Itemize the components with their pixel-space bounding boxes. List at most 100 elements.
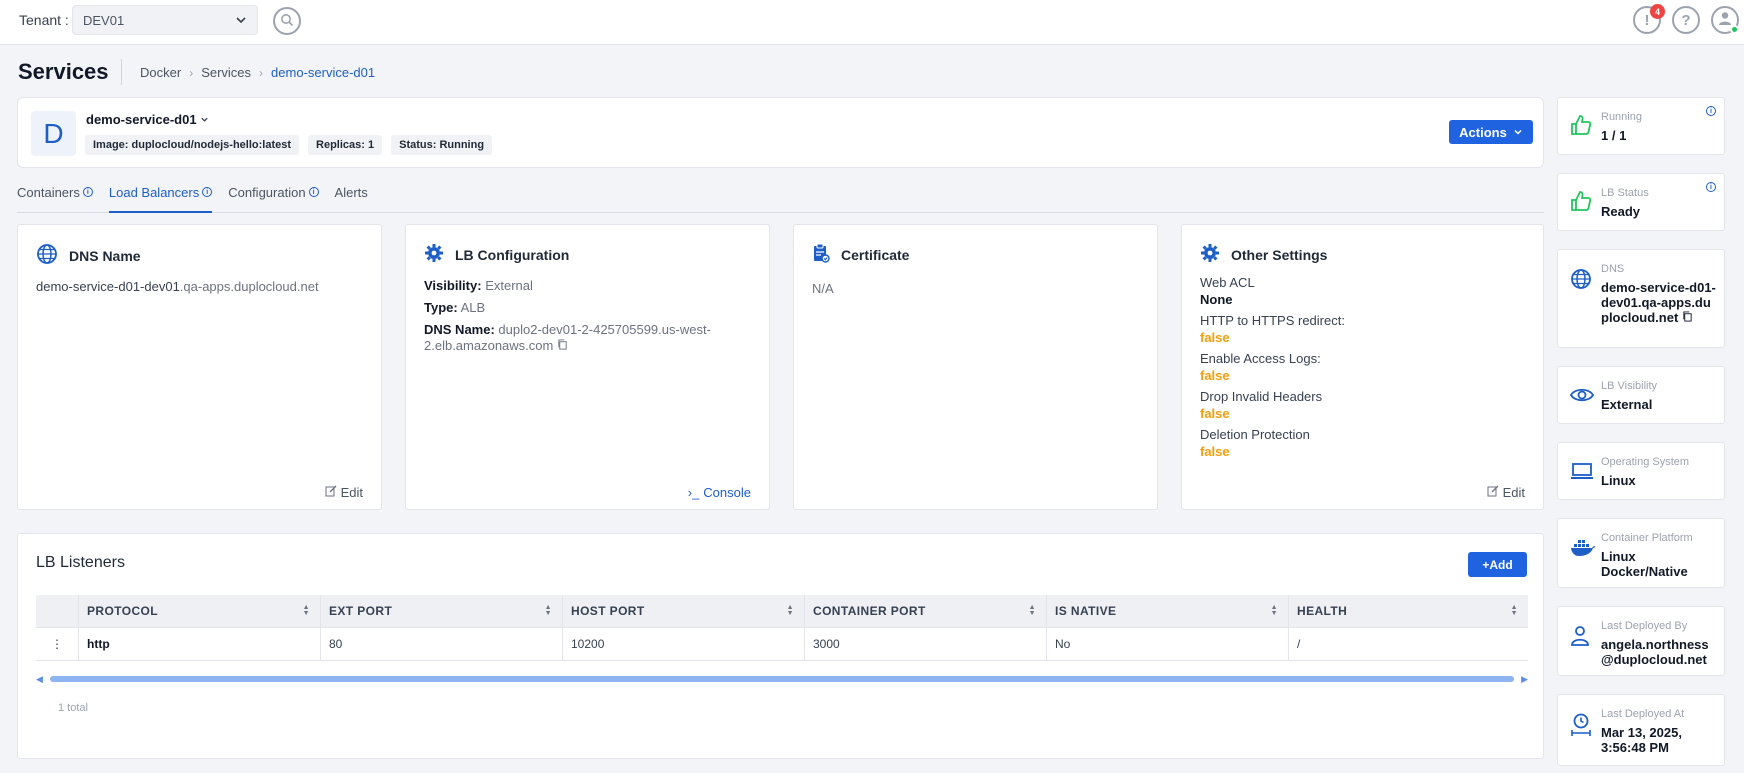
tenant-select[interactable]: DEV01	[72, 5, 258, 35]
lb-dns-label: DNS Name:	[424, 322, 495, 337]
console-link[interactable]: ›_ Console	[688, 485, 751, 500]
column-header-is-native[interactable]: IS NATIVE ▲ ▼	[1047, 595, 1289, 627]
stat-label: Last Deployed By	[1601, 620, 1688, 632]
certificate-title: Certificate	[812, 243, 909, 266]
certificate-icon	[812, 243, 830, 266]
globe-icon	[1570, 268, 1592, 293]
sort-icon[interactable]: ▲ ▼	[787, 604, 794, 617]
stat-value: demo-service-d01-dev01.qa-apps.duploclou…	[1601, 280, 1716, 325]
column-header-ext-port[interactable]: EXT PORT ▲ ▼	[321, 595, 563, 627]
tabs: Containers i Load Balancers i Configuratio…	[17, 183, 1544, 213]
https-redirect-label: HTTP to HTTPS redirect:	[1200, 313, 1345, 328]
listeners-table: PROTOCOL ▲ ▼ EXT PORT ▲ ▼ HOST PORT ▲ ▼ CONTAI…	[36, 595, 1528, 661]
column-header-container-port[interactable]: CONTAINER PORT ▲ ▼	[805, 595, 1047, 627]
copy-icon[interactable]	[557, 338, 568, 353]
other-settings-body: Web ACL None HTTP to HTTPS redirect: fal…	[1200, 275, 1525, 465]
chevron-down-icon	[1513, 125, 1523, 140]
service-name-dropdown[interactable]: demo-service-d01	[86, 112, 209, 127]
tab-alerts[interactable]: Alerts	[335, 183, 368, 213]
service-header-card: D demo-service-d01 Image: duplocloud/nod…	[17, 97, 1544, 168]
breadcrumb-services[interactable]: Services	[201, 65, 251, 80]
sort-icon[interactable]: ▲ ▼	[545, 604, 552, 617]
thumbs-up-icon	[1570, 190, 1592, 215]
info-icon[interactable]: i	[1706, 182, 1716, 192]
stat-label: Last Deployed At	[1601, 708, 1685, 720]
other-settings-edit-button[interactable]: Edit	[1487, 485, 1525, 500]
dns-name-card: DNS Name demo-service-d01-dev01.qa-apps.…	[17, 224, 382, 510]
notifications-button[interactable]: ! 4	[1633, 4, 1665, 34]
laptop-icon	[1570, 461, 1594, 484]
dns-card-title: DNS Name	[36, 243, 141, 268]
copy-icon[interactable]	[1682, 310, 1693, 325]
service-name: demo-service-d01	[86, 112, 197, 127]
stat-lb-status: LB Status Ready i	[1557, 173, 1725, 231]
actions-label: Actions	[1459, 124, 1507, 140]
certificate-value: N/A	[812, 281, 834, 296]
column-header-protocol[interactable]: PROTOCOL ▲ ▼	[79, 595, 321, 627]
horizontal-scrollbar[interactable]: ◀ ▶	[36, 674, 1528, 684]
stat-label: Operating System	[1601, 456, 1690, 468]
help-button[interactable]: ?	[1672, 6, 1700, 34]
cell-container-port: 3000	[805, 628, 1047, 660]
alert-icon: !	[1644, 11, 1650, 29]
tab-label: Containers	[17, 185, 80, 200]
scroll-thumb[interactable]	[50, 676, 1514, 682]
chevron-down-icon	[235, 14, 247, 29]
console-label: Console	[703, 485, 751, 500]
search-button[interactable]	[273, 7, 301, 35]
tab-containers[interactable]: Containers i	[17, 183, 93, 213]
lb-config-title-text: LB Configuration	[455, 246, 570, 263]
tab-label: Configuration	[228, 185, 306, 200]
user-menu-button[interactable]	[1711, 6, 1739, 34]
column-header-health[interactable]: HEALTH ▲ ▼	[1289, 595, 1528, 627]
scroll-left-icon[interactable]: ◀	[36, 674, 43, 685]
image-chip: Image: duplocloud/nodejs-hello:latest	[85, 135, 300, 155]
info-icon[interactable]: i	[1706, 106, 1716, 116]
stat-value: Mar 13, 2025, 3:56:48 PM	[1601, 725, 1682, 755]
service-avatar: D	[31, 111, 76, 156]
sort-icon[interactable]: ▲ ▼	[303, 604, 310, 617]
column-header-host-port[interactable]: HOST PORT ▲ ▼	[563, 595, 805, 627]
stat-label: LB Status	[1601, 187, 1649, 199]
tab-configuration[interactable]: Configuration i	[228, 183, 319, 213]
scroll-right-icon[interactable]: ▶	[1521, 674, 1528, 685]
deletion-protection-label: Deletion Protection	[1200, 427, 1310, 442]
sort-icon[interactable]: ▲ ▼	[1271, 604, 1278, 617]
stat-value: Ready	[1601, 204, 1641, 219]
stat-running: Running 1 / 1 i	[1557, 97, 1725, 155]
access-logs-label: Enable Access Logs:	[1200, 351, 1321, 366]
other-settings-title-text: Other Settings	[1231, 246, 1328, 263]
clock-icon	[1570, 713, 1592, 740]
breadcrumb-current: demo-service-d01	[271, 65, 376, 80]
tab-label: Load Balancers	[108, 185, 200, 200]
dns-domain: .qa-apps.duplocloud.net	[179, 279, 319, 294]
stat-value: 1 / 1	[1601, 128, 1627, 143]
notification-badge: 4	[1650, 4, 1665, 19]
sort-icon[interactable]: ▲ ▼	[1029, 604, 1036, 617]
lb-configuration-card: LB Configuration Visibility: External Ty…	[405, 224, 770, 510]
web-acl-value: None	[1200, 292, 1233, 307]
chevron-down-icon	[200, 112, 209, 127]
other-settings-card: Other Settings Web ACL None HTTP to HTTP…	[1181, 224, 1544, 510]
thumbs-up-icon	[1570, 114, 1592, 139]
add-listener-button[interactable]: +Add	[1468, 552, 1527, 577]
stat-value: External	[1601, 397, 1653, 412]
edit-label: Edit	[340, 485, 363, 500]
dns-edit-button[interactable]: Edit	[325, 485, 363, 500]
stat-container-platform: Container Platform Linux Docker/Native	[1557, 518, 1725, 588]
online-status-dot	[1730, 25, 1739, 34]
tab-load-balancers[interactable]: Load Balancers i	[108, 183, 213, 213]
drop-headers-value: false	[1200, 406, 1230, 421]
lb-config-body: Visibility: External Type: ALB DNS Name:…	[424, 278, 751, 360]
edit-label: Edit	[1502, 485, 1525, 500]
sort-icon[interactable]: ▲ ▼	[1511, 604, 1518, 617]
breadcrumb-docker[interactable]: Docker	[140, 65, 181, 80]
dns-host: demo-service-d01-dev01	[36, 279, 180, 294]
certificate-body: N/A	[812, 281, 1139, 297]
dns-card-body: demo-service-d01-dev01.qa-apps.duploclou…	[36, 279, 363, 295]
actions-button[interactable]: Actions	[1449, 120, 1533, 144]
lb-listeners-title: LB Listeners	[36, 554, 125, 571]
user-icon	[1570, 625, 1590, 650]
visibility-label: Visibility:	[424, 278, 482, 293]
row-menu-button[interactable]: ⋮	[36, 628, 79, 660]
